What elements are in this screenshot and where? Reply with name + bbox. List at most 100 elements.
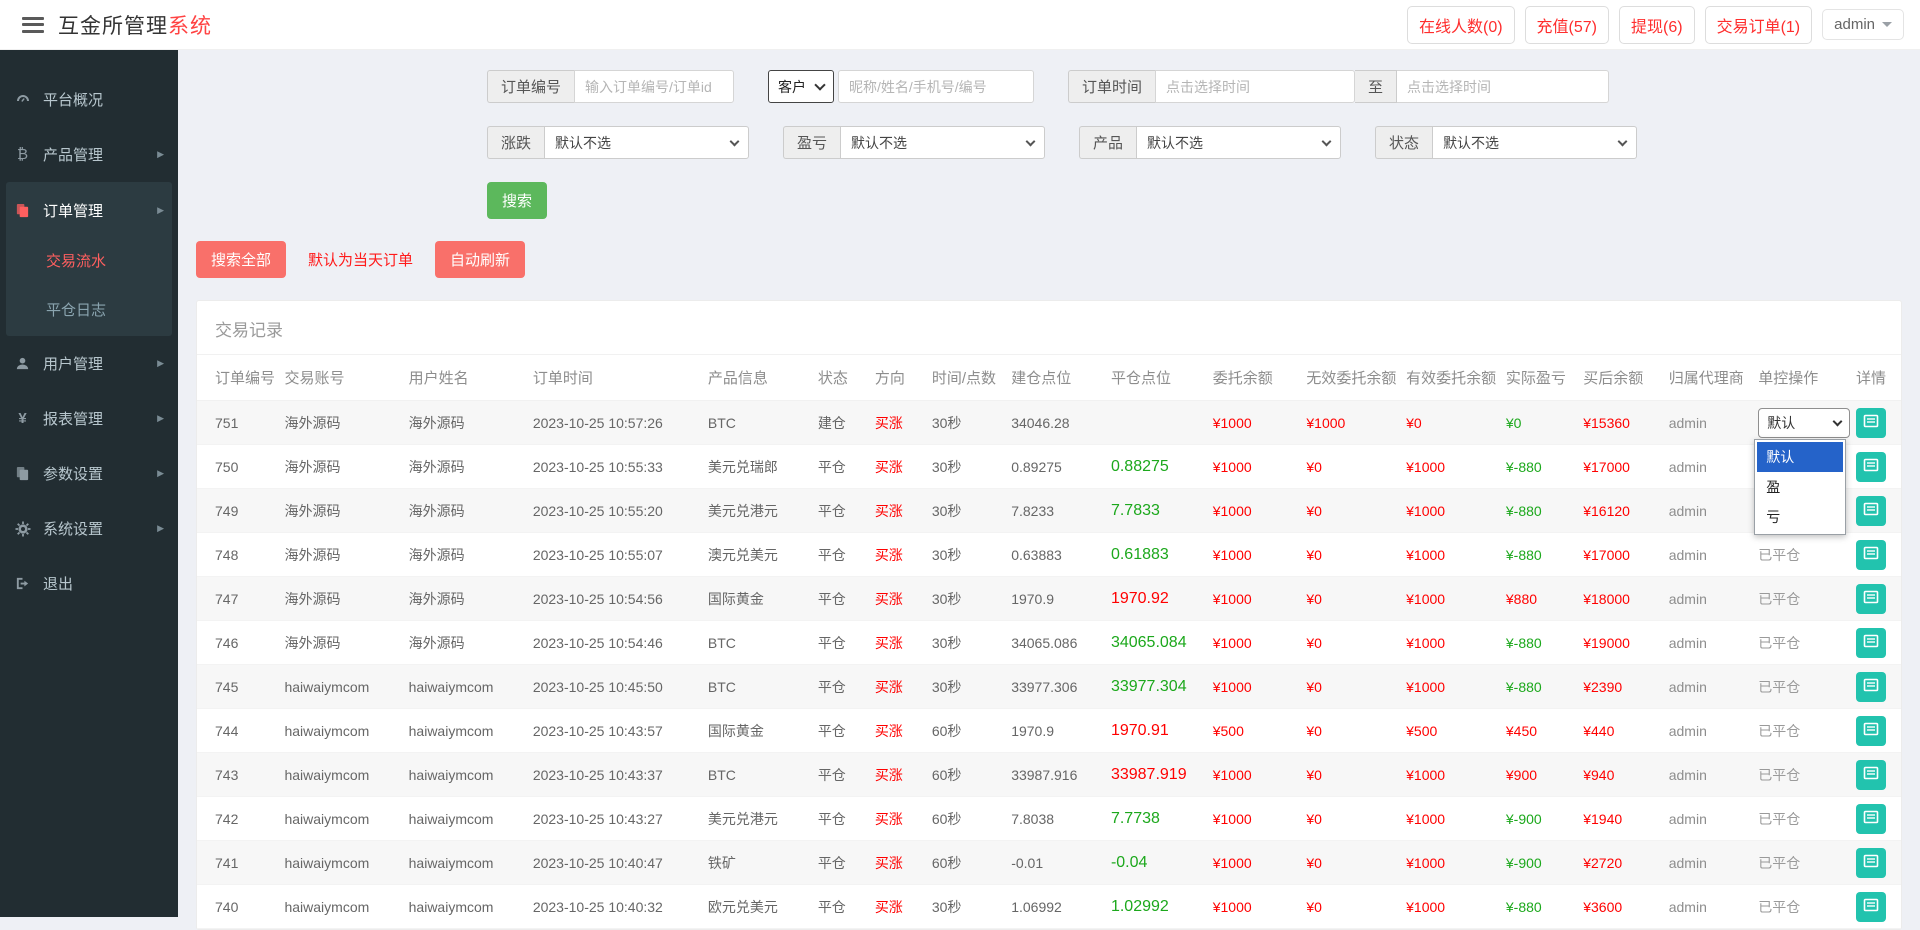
cell-direction: 买涨 (871, 445, 928, 489)
cell-after-balance: ¥3600 (1579, 885, 1665, 929)
cell-detail (1852, 621, 1901, 665)
cell-order-time: 2023-10-25 10:40:47 (529, 841, 704, 885)
status-select[interactable]: 默认不选 (1432, 126, 1637, 159)
cell-detail (1852, 401, 1901, 445)
cell-actual-profit: ¥-880 (1502, 489, 1579, 533)
cell-account: 海外源码 (280, 621, 404, 665)
time-start-input[interactable] (1155, 70, 1355, 103)
detail-button[interactable] (1856, 892, 1886, 922)
cell-detail (1852, 489, 1901, 533)
rise-fall-value: 默认不选 (555, 133, 611, 153)
cell-user-name: 海外源码 (405, 533, 529, 577)
cell-product: BTC (704, 665, 814, 709)
detail-button[interactable] (1856, 672, 1886, 702)
chevron-down-icon (1322, 136, 1332, 146)
search-button[interactable]: 搜索 (487, 182, 547, 219)
sidebar-item-2[interactable]: 订单管理▶ (6, 184, 172, 236)
cell-valid-entrust: ¥0 (1402, 401, 1502, 445)
detail-button[interactable] (1856, 716, 1886, 746)
filter-form: 订单编号 客户 订单时间 至 涨跌 默认不选 (487, 70, 1902, 159)
cell-duration: 60秒 (928, 841, 1007, 885)
detail-button[interactable] (1856, 848, 1886, 878)
cell-after-balance: ¥17000 (1579, 533, 1665, 577)
sidebar-item-label: 参数设置 (43, 463, 103, 484)
table-row: 745haiwaiymcomhaiwaiymcom2023-10-25 10:4… (197, 665, 1901, 709)
cell-product: 美元兑港元 (704, 797, 814, 841)
cell-status: 平仓 (814, 489, 871, 533)
detail-button[interactable] (1856, 496, 1886, 526)
cell-direction: 买涨 (871, 401, 928, 445)
sidebar-item-4[interactable]: ¥报表管理▶ (0, 391, 178, 446)
rise-fall-select[interactable]: 默认不选 (544, 126, 749, 159)
cell-account: 海外源码 (280, 533, 404, 577)
search-all-button[interactable]: 搜索全部 (196, 241, 286, 278)
action-row: 搜索全部 默认为当天订单 自动刷新 (196, 241, 1902, 278)
cell-user-name: 海外源码 (405, 621, 529, 665)
column-header-7: 时间/点数 (928, 355, 1007, 401)
sidebar-subitem-0[interactable]: 交易流水 (6, 236, 172, 285)
cell-status: 平仓 (814, 621, 871, 665)
menu-toggle-icon[interactable] (22, 17, 44, 33)
sidebar-item-label: 退出 (43, 573, 73, 594)
cell-valid-entrust: ¥1000 (1402, 533, 1502, 577)
cell-open-price: 1.06992 (1007, 885, 1107, 929)
product-select[interactable]: 默认不选 (1136, 126, 1341, 159)
cell-product: 国际黄金 (704, 709, 814, 753)
cell-detail (1852, 885, 1901, 929)
detail-button[interactable] (1856, 804, 1886, 834)
sidebar-item-3[interactable]: 用户管理▶ (0, 336, 178, 391)
list-icon (1863, 589, 1879, 608)
list-icon (1863, 765, 1879, 784)
detail-button[interactable] (1856, 760, 1886, 790)
cell-close-price: -0.04 (1107, 841, 1209, 885)
detail-button[interactable] (1856, 628, 1886, 658)
list-icon (1863, 809, 1879, 828)
sidebar-subitem-1[interactable]: 平仓日志 (6, 285, 172, 334)
column-header-6: 方向 (871, 355, 928, 401)
cell-user-name: haiwaiymcom (405, 797, 529, 841)
cell-actual-profit: ¥450 (1502, 709, 1579, 753)
cell-entrust-balance: ¥1000 (1209, 401, 1303, 445)
sidebar-item-5[interactable]: 参数设置▶ (0, 446, 178, 501)
control-status-text: 已平仓 (1758, 899, 1800, 915)
trade-orders-button[interactable]: 交易订单(1) (1705, 6, 1813, 44)
recharge-button[interactable]: 充值(57) (1525, 6, 1609, 44)
cell-close-price: 0.88275 (1107, 445, 1209, 489)
cell-valid-entrust: ¥1000 (1402, 753, 1502, 797)
detail-button[interactable] (1856, 584, 1886, 614)
user-menu[interactable]: admin (1822, 9, 1904, 40)
cell-account: 海外源码 (280, 445, 404, 489)
cell-actual-profit: ¥-880 (1502, 533, 1579, 577)
detail-button[interactable] (1856, 408, 1886, 438)
time-end-input[interactable] (1397, 70, 1609, 103)
sidebar-item-0[interactable]: 平台概况 (0, 72, 178, 127)
control-select[interactable]: 默认 (1758, 408, 1850, 438)
detail-button[interactable] (1856, 540, 1886, 570)
customer-type-select[interactable]: 客户 (768, 70, 834, 103)
app-header: 互金所管理系统 在线人数(0) 充值(57) 提现(6) 交易订单(1) adm… (0, 0, 1920, 50)
cell-direction: 买涨 (871, 621, 928, 665)
cell-account: 海外源码 (280, 577, 404, 621)
cell-agent: admin (1665, 841, 1755, 885)
column-header-8: 建仓点位 (1007, 355, 1107, 401)
order-no-input[interactable] (574, 70, 734, 103)
withdraw-button[interactable]: 提现(6) (1619, 6, 1695, 44)
cell-close-price (1107, 401, 1209, 445)
sidebar-item-6[interactable]: 系统设置▶ (0, 501, 178, 556)
cell-entrust-balance: ¥1000 (1209, 753, 1303, 797)
profit-select[interactable]: 默认不选 (840, 126, 1045, 159)
sidebar-item-7[interactable]: 退出 (0, 556, 178, 611)
cell-status: 建仓 (814, 401, 871, 445)
cell-order-id: 744 (197, 709, 280, 753)
online-users-button[interactable]: 在线人数(0) (1407, 6, 1515, 44)
control-option-2[interactable]: 亏 (1757, 502, 1843, 532)
sidebar-item-1[interactable]: ₿产品管理▶ (0, 127, 178, 182)
auto-refresh-button[interactable]: 自动刷新 (435, 241, 525, 278)
control-status-text: 已平仓 (1758, 767, 1800, 783)
detail-button[interactable] (1856, 452, 1886, 482)
customer-input[interactable] (838, 70, 1034, 103)
cell-close-price: 1.02992 (1107, 885, 1209, 929)
control-option-1[interactable]: 盈 (1757, 472, 1843, 502)
control-option-0[interactable]: 默认 (1757, 442, 1843, 472)
cell-valid-entrust: ¥1000 (1402, 841, 1502, 885)
